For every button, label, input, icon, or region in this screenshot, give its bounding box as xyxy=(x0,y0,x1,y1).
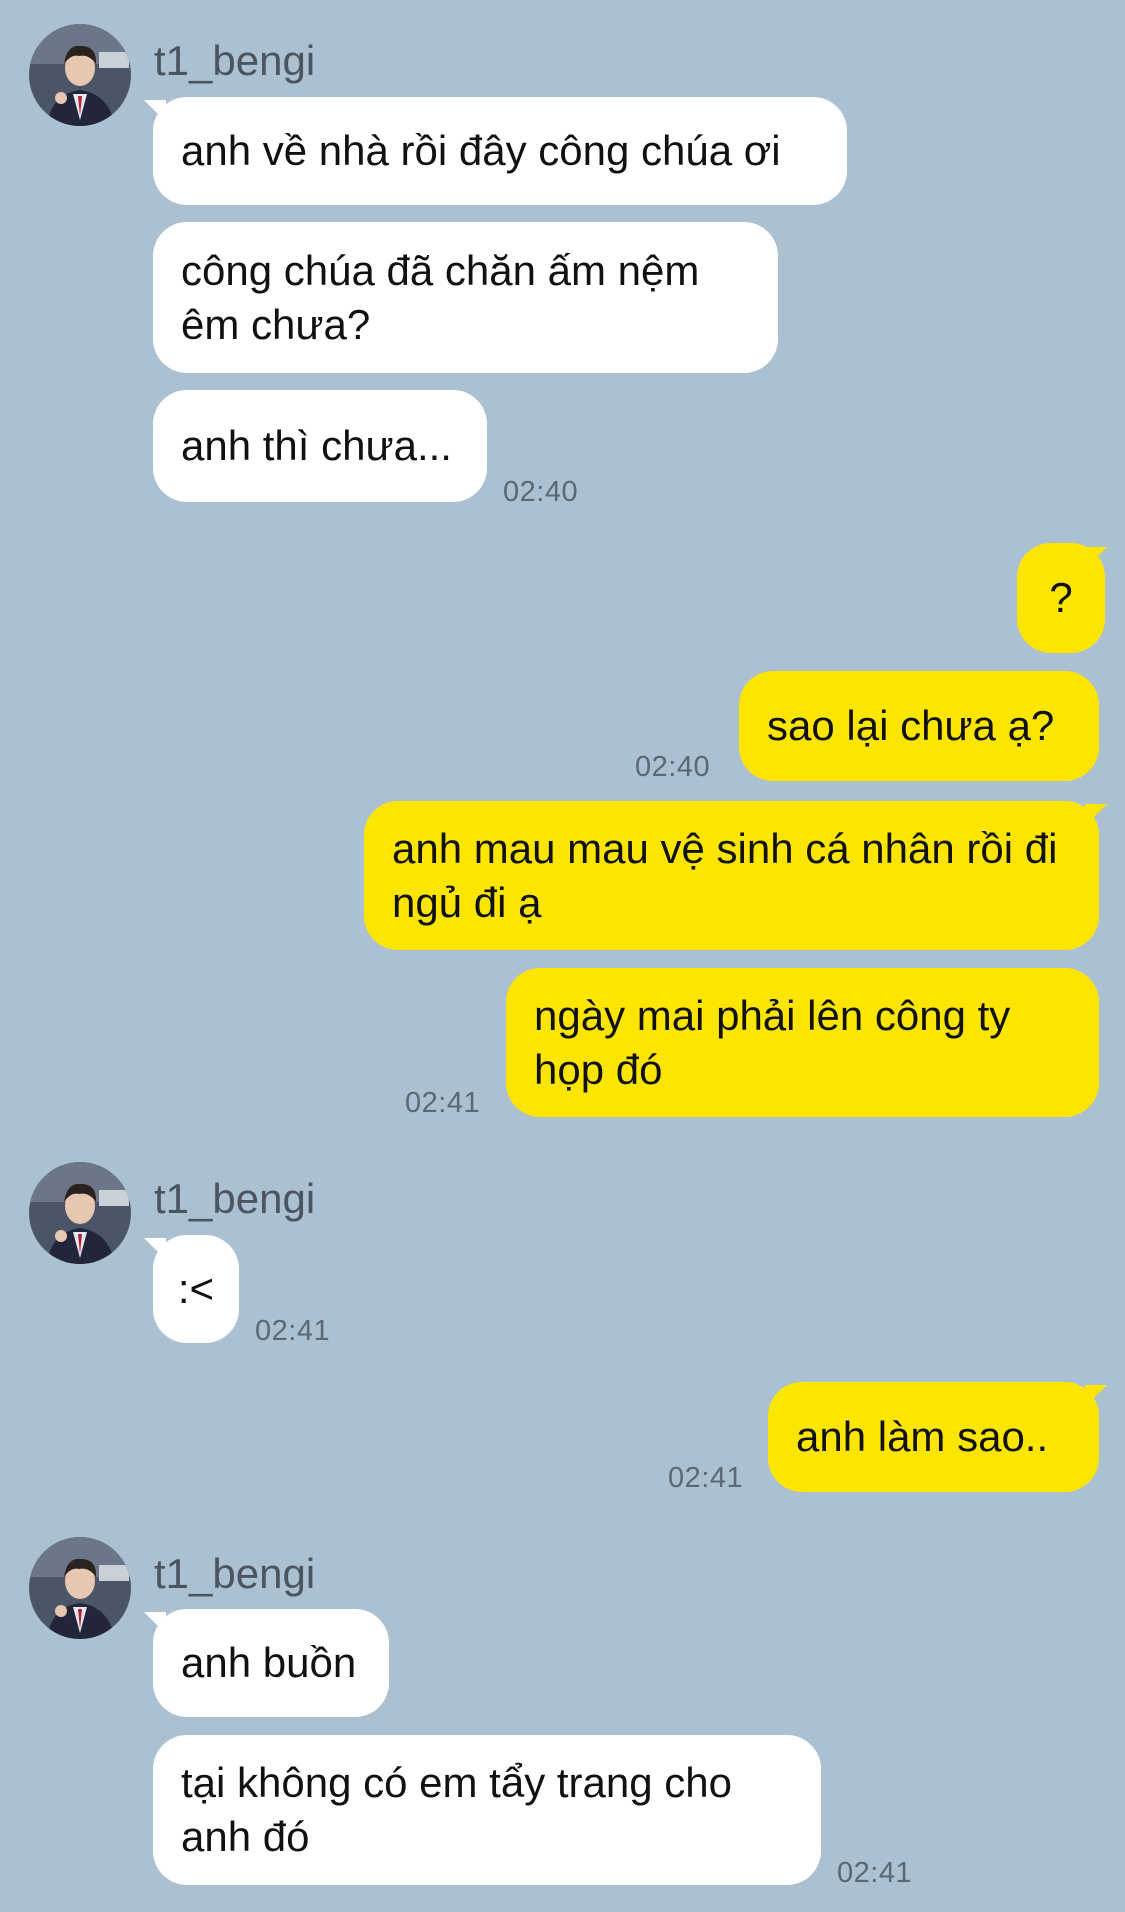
message-text: anh mau mau vệ sinh cá nhân rồi đi ngủ đ… xyxy=(392,824,1058,926)
message-text: anh buồn xyxy=(181,1639,357,1686)
outgoing-message-bubble[interactable]: anh làm sao.. xyxy=(768,1382,1099,1492)
incoming-message-bubble[interactable]: anh thì chưa... xyxy=(153,390,487,502)
sender-name: t1_bengi xyxy=(154,1175,316,1222)
message-timestamp: 02:41 xyxy=(837,1857,913,1889)
message-timestamp: 02:40 xyxy=(503,476,579,508)
avatar[interactable] xyxy=(29,24,131,126)
avatar[interactable] xyxy=(29,1537,131,1639)
message-timestamp: 02:41 xyxy=(405,1087,481,1119)
message-text: công chúa đã chăn ấm nệm êm chưa? xyxy=(181,246,700,348)
incoming-message-bubble[interactable]: anh về nhà rồi đây công chúa ơi xyxy=(153,97,847,205)
message-timestamp: 02:40 xyxy=(635,751,711,783)
message-text: anh thì chưa... xyxy=(181,422,452,469)
message-text: ? xyxy=(1049,574,1073,621)
sender-name: t1_bengi xyxy=(154,1550,316,1597)
message-text: sao lại chưa ạ? xyxy=(767,702,1055,749)
message-text: :< xyxy=(177,1265,215,1312)
incoming-message-bubble[interactable]: :< xyxy=(153,1235,239,1343)
sender-name: t1_bengi xyxy=(154,37,316,84)
message-text: anh làm sao.. xyxy=(796,1413,1049,1460)
message-text: ngày mai phải lên công ty họp đó xyxy=(534,991,1011,1093)
outgoing-message-bubble[interactable]: anh mau mau vệ sinh cá nhân rồi đi ngủ đ… xyxy=(364,801,1099,950)
message-timestamp: 02:41 xyxy=(668,1462,744,1494)
message-text: anh về nhà rồi đây công chúa ơi xyxy=(181,127,781,174)
outgoing-message-bubble[interactable]: ngày mai phải lên công ty họp đó xyxy=(506,968,1099,1117)
incoming-message-bubble[interactable]: anh buồn xyxy=(153,1609,389,1717)
outgoing-message-bubble[interactable]: ? xyxy=(1017,543,1105,653)
outgoing-message-bubble[interactable]: sao lại chưa ạ? xyxy=(739,671,1099,781)
message-timestamp: 02:41 xyxy=(255,1315,331,1347)
incoming-message-bubble[interactable]: tại không có em tẩy trang cho anh đó xyxy=(153,1735,821,1885)
incoming-message-bubble[interactable]: công chúa đã chăn ấm nệm êm chưa? xyxy=(153,222,778,373)
message-text: tại không có em tẩy trang cho anh đó xyxy=(181,1759,732,1860)
avatar[interactable] xyxy=(29,1162,131,1264)
